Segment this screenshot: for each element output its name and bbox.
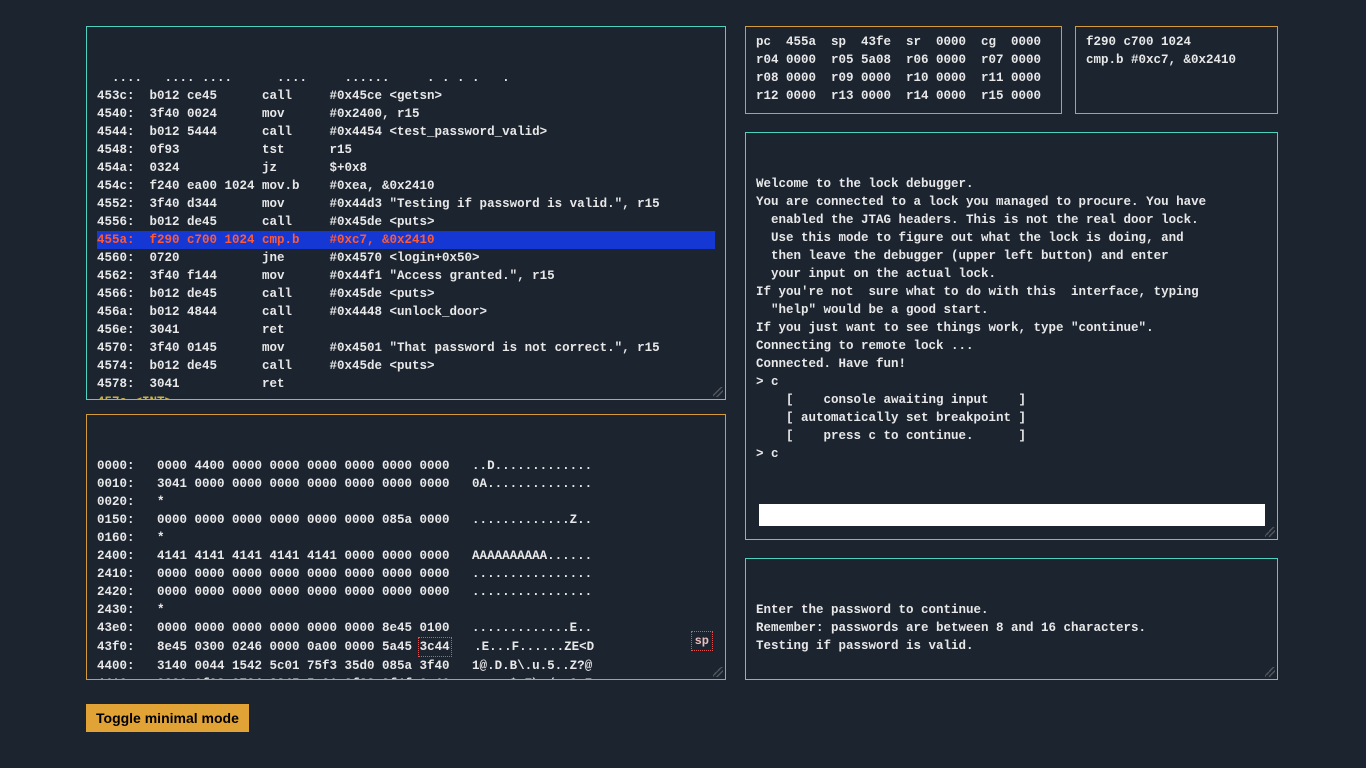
sp-cell: 3c44 (418, 637, 452, 657)
console-line: You are connected to a lock you managed … (756, 193, 1267, 211)
current-instruction-panel: f290 c700 1024cmp.b #0xc7, &0x2410 (1075, 26, 1278, 114)
toggle-minimal-mode-button[interactable]: Toggle minimal mode (86, 704, 249, 732)
console-input[interactable] (759, 504, 1265, 526)
console-line: If you're not sure what to do with this … (756, 283, 1267, 301)
disasm-line[interactable]: 4562: 3f40 f144 mov #0x44f1 "Access gran… (97, 267, 715, 285)
console-line: If you just want to see things work, typ… (756, 319, 1267, 337)
console-line: then leave the debugger (upper left butt… (756, 247, 1267, 265)
disasm-line[interactable]: 456e: 3041 ret (97, 321, 715, 339)
disasm-line[interactable]: 456a: b012 4844 call #0x4448 <unlock_doo… (97, 303, 715, 321)
memory-line: 43f0: 8e45 0300 0246 0000 0a00 0000 5a45… (97, 637, 715, 657)
console-line: [ press c to continue. ] (756, 427, 1267, 445)
memory-line: 2400: 4141 4141 4141 4141 4141 0000 0000… (97, 547, 715, 565)
console-line: > c (756, 373, 1267, 391)
disasm-line[interactable]: 4574: b012 de45 call #0x45de <puts> (97, 357, 715, 375)
disasm-line[interactable]: 453c: b012 ce45 call #0x45ce <getsn> (97, 87, 715, 105)
memory-line: 43e0: 0000 0000 0000 0000 0000 0000 8e45… (97, 619, 715, 637)
console-line: Welcome to the lock debugger. (756, 175, 1267, 193)
console-line: your input on the actual lock. (756, 265, 1267, 283)
disasm-line[interactable]: 4578: 3041 ret (97, 375, 715, 393)
disasm-line[interactable]: 4548: 0f93 tst r15 (97, 141, 715, 159)
memory-line: 2430: * (97, 601, 715, 619)
memory-line: 0150: 0000 0000 0000 0000 0000 0000 085a… (97, 511, 715, 529)
disasm-line[interactable]: 4556: b012 de45 call #0x45de <puts> (97, 213, 715, 231)
disasm-line[interactable]: 455a: f290 c700 1024 cmp.b #0xc7, &0x241… (97, 231, 715, 249)
resize-handle[interactable] (713, 667, 723, 677)
disassembly-panel[interactable]: .... .... .... .... ...... . . . . .453c… (86, 26, 726, 400)
memory-line: 2410: 0000 0000 0000 0000 0000 0000 0000… (97, 565, 715, 583)
resize-handle[interactable] (713, 387, 723, 397)
sp-marker: sp (691, 631, 713, 651)
console-line: Connecting to remote lock ... (756, 337, 1267, 355)
console-line: enabled the JTAG headers. This is not th… (756, 211, 1267, 229)
memory-dump-panel[interactable]: 0000: 0000 4400 0000 0000 0000 0000 0000… (86, 414, 726, 680)
console-line: Use this mode to figure out what the loc… (756, 229, 1267, 247)
memory-line: 0160: * (97, 529, 715, 547)
disasm-line[interactable]: 454c: f240 ea00 1024 mov.b #0xea, &0x241… (97, 177, 715, 195)
memory-line: 4410: 0000 0f93 0724 8245 5c01 2f83 9f4f… (97, 675, 715, 680)
memory-line: 0000: 0000 4400 0000 0000 0000 0000 0000… (97, 457, 715, 475)
resize-handle[interactable] (1265, 667, 1275, 677)
disasm-line[interactable]: 4560: 0720 jne #0x4570 <login+0x50> (97, 249, 715, 267)
disasm-line[interactable]: 4570: 3f40 0145 mov #0x4501 "That passwo… (97, 339, 715, 357)
io-line: Remember: passwords are between 8 and 16… (756, 619, 1267, 637)
console-line: "help" would be a good start. (756, 301, 1267, 319)
memory-line: 2420: 0000 0000 0000 0000 0000 0000 0000… (97, 583, 715, 601)
register-line: r08 0000 r09 0000 r10 0000 r11 0000 (756, 69, 1051, 87)
disasm-line[interactable]: .... .... .... .... ...... . . . . . (97, 69, 715, 87)
instruction-line: cmp.b #0xc7, &0x2410 (1086, 51, 1267, 69)
disasm-line[interactable]: 4552: 3f40 d344 mov #0x44d3 "Testing if … (97, 195, 715, 213)
console-line: [ console awaiting input ] (756, 391, 1267, 409)
memory-line: 0020: * (97, 493, 715, 511)
disasm-line[interactable]: 4540: 3f40 0024 mov #0x2400, r15 (97, 105, 715, 123)
debug-console-panel[interactable]: Welcome to the lock debugger.You are con… (745, 132, 1278, 540)
memory-line: 4400: 3140 0044 1542 5c01 75f3 35d0 085a… (97, 657, 715, 675)
memory-line: 0010: 3041 0000 0000 0000 0000 0000 0000… (97, 475, 715, 493)
console-line: > c (756, 445, 1267, 463)
resize-handle[interactable] (1265, 527, 1275, 537)
register-line: r12 0000 r13 0000 r14 0000 r15 0000 (756, 87, 1051, 105)
register-line: pc 455a sp 43fe sr 0000 cg 0000 (756, 33, 1051, 51)
console-line: [ automatically set breakpoint ] (756, 409, 1267, 427)
console-line: Connected. Have fun! (756, 355, 1267, 373)
disasm-line[interactable]: 4566: b012 de45 call #0x45de <puts> (97, 285, 715, 303)
io-line: Testing if password is valid. (756, 637, 1267, 655)
instruction-line: f290 c700 1024 (1086, 33, 1267, 51)
io-line: Enter the password to continue. (756, 601, 1267, 619)
registers-panel: pc 455a sp 43fe sr 0000 cg 0000 r04 0000… (745, 26, 1062, 114)
io-panel[interactable]: Enter the password to continue.Remember:… (745, 558, 1278, 680)
register-line: r04 0000 r05 5a08 r06 0000 r07 0000 (756, 51, 1051, 69)
disasm-line[interactable]: 457a <INT> (97, 393, 715, 400)
disasm-line[interactable]: 4544: b012 5444 call #0x4454 <test_passw… (97, 123, 715, 141)
disasm-line[interactable]: 454a: 0324 jz $+0x8 (97, 159, 715, 177)
